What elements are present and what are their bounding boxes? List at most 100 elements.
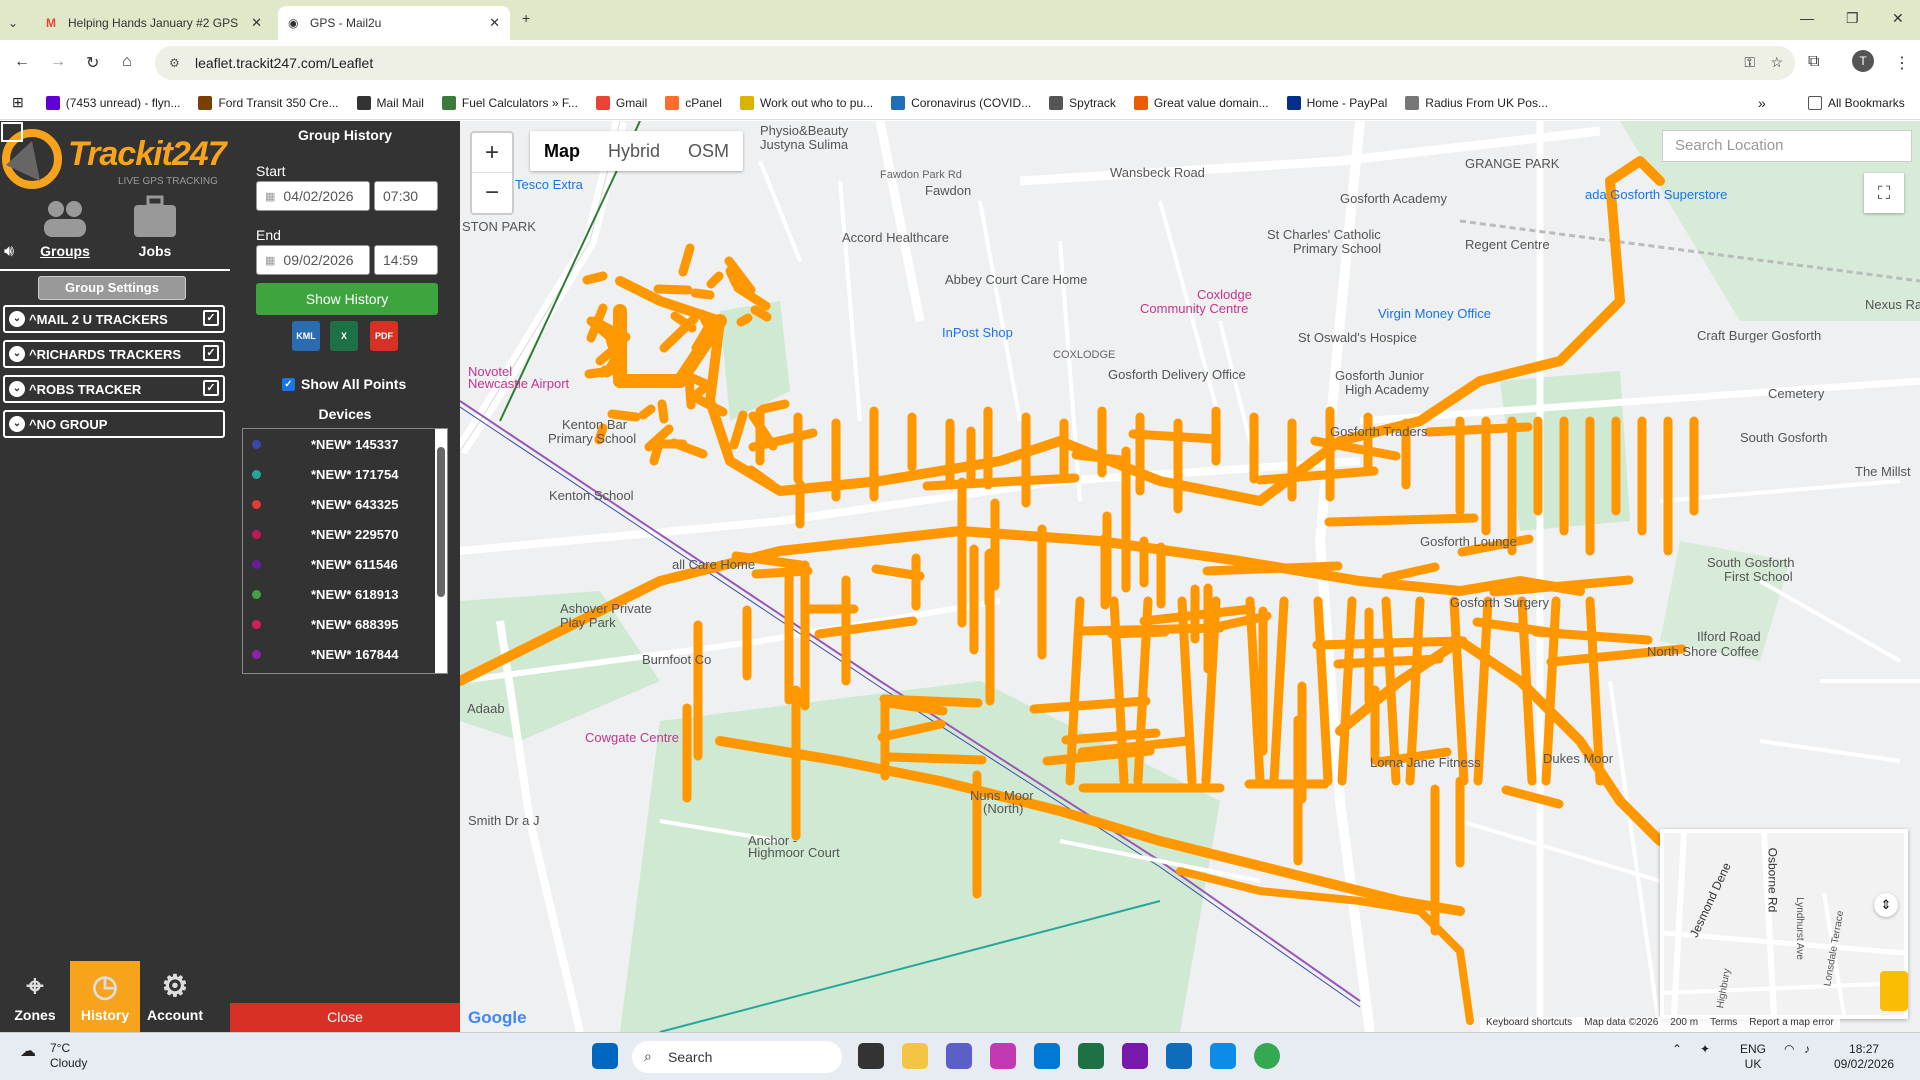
- profile-avatar[interactable]: T: [1852, 50, 1874, 72]
- map-place-label[interactable]: Fawdon Park Rd: [880, 169, 962, 181]
- tray-app-icon[interactable]: ✦: [1700, 1042, 1710, 1057]
- group-checkbox[interactable]: ✓: [203, 310, 219, 326]
- device-row[interactable]: *NEW* 107951: [243, 669, 447, 673]
- map-place-label[interactable]: The Millst: [1855, 464, 1911, 479]
- keyboard-shortcuts-link[interactable]: Keyboard shortcuts: [1486, 1017, 1572, 1032]
- map-place-label[interactable]: Dukes Moor: [1543, 751, 1613, 766]
- map-place-label[interactable]: Coxlodge: [1197, 287, 1252, 302]
- map-place-label[interactable]: Tesco Extra: [515, 177, 583, 192]
- search-location-input[interactable]: Search Location: [1662, 130, 1912, 162]
- map-place-label[interactable]: Community Centre: [1140, 301, 1248, 316]
- language-indicator[interactable]: ENG UK: [1740, 1042, 1766, 1072]
- street-view-pegman-icon[interactable]: [1880, 971, 1908, 1011]
- windows-start-icon[interactable]: [592, 1043, 618, 1069]
- weather-widget[interactable]: ☁ 7°C Cloudy: [20, 1041, 87, 1070]
- checkbox-checked-icon[interactable]: ✓: [282, 377, 295, 391]
- map-place-label[interactable]: Nexus Rail He: [1865, 297, 1920, 312]
- map-place-label[interactable]: Ashover Private: [560, 601, 652, 616]
- group-mail2u[interactable]: ⌄ ^MAIL 2 U TRACKERS ✓: [3, 305, 225, 333]
- tab-gps-mail2u[interactable]: ◉ GPS - Mail2u ✕: [278, 6, 510, 40]
- map-place-label[interactable]: St Charles' Catholic: [1267, 227, 1381, 242]
- group-robs[interactable]: ⌄ ^ROBS TRACKER ✓: [3, 375, 225, 403]
- map-place-label[interactable]: Primary School: [1293, 241, 1381, 256]
- group-richards[interactable]: ⌄ ^RICHARDS TRACKERS ✓: [3, 340, 225, 368]
- close-tab-icon[interactable]: ✕: [489, 15, 500, 31]
- bookmark-item[interactable]: Home - PayPal: [1286, 95, 1387, 110]
- bookmark-item[interactable]: cPanel: [665, 95, 722, 110]
- bookmark-item[interactable]: Ford Transit 350 Cre...: [198, 95, 339, 110]
- start-date-field[interactable]: ▦ 04/02/2026: [256, 181, 370, 211]
- chevron-down-icon[interactable]: ⌄: [9, 311, 25, 327]
- map-place-label[interactable]: GRANGE PARK: [1465, 156, 1559, 171]
- map-place-label[interactable]: all Care Home: [672, 557, 755, 572]
- start-time-field[interactable]: 07:30: [374, 181, 438, 211]
- device-row[interactable]: *NEW* 171754: [243, 459, 447, 489]
- map-place-label[interactable]: ada Gosforth Superstore: [1585, 187, 1727, 202]
- map-place-label[interactable]: Gosforth Academy: [1340, 191, 1447, 206]
- bookmark-item[interactable]: Coronavirus (COVID...: [891, 95, 1031, 110]
- menu-icon[interactable]: ⋮: [1894, 53, 1910, 73]
- account-tab[interactable]: ⚙ Account: [140, 961, 210, 1032]
- map-place-label[interactable]: North Shore Coffee: [1647, 644, 1759, 659]
- map-type-osm[interactable]: OSM: [674, 131, 743, 171]
- password-key-icon[interactable]: ⚿: [1744, 54, 1755, 71]
- report-error-link[interactable]: Report a map error: [1749, 1017, 1833, 1032]
- map-place-label[interactable]: Justyna Sulima: [760, 137, 848, 152]
- groups-tab[interactable]: Groups: [25, 195, 105, 259]
- map-place-label[interactable]: STON PARK: [462, 219, 536, 234]
- group-checkbox[interactable]: ✓: [203, 345, 219, 361]
- group-settings-button[interactable]: Group Settings: [38, 276, 186, 300]
- sound-icon[interactable]: 🔊︎: [4, 243, 14, 261]
- chevron-down-icon[interactable]: ⌄: [9, 416, 25, 432]
- map-place-label[interactable]: High Academy: [1345, 382, 1429, 397]
- map-place-label[interactable]: COXLODGE: [1053, 349, 1115, 361]
- tray-chevron-icon[interactable]: ⌃: [1672, 1042, 1682, 1057]
- zones-tab[interactable]: ⌖ Zones: [0, 961, 70, 1032]
- map-place-label[interactable]: Craft Burger Gosforth: [1697, 328, 1821, 343]
- scroll-thumb[interactable]: [437, 447, 445, 597]
- home-icon[interactable]: ⌂: [122, 53, 132, 71]
- file-explorer-icon[interactable]: [902, 1043, 928, 1069]
- minimize-icon[interactable]: —: [1800, 10, 1814, 26]
- bookmark-item[interactable]: Work out who to pu...: [739, 95, 873, 110]
- map-place-label[interactable]: Primary School: [548, 431, 636, 446]
- excel-icon[interactable]: [1078, 1043, 1104, 1069]
- group-no-group[interactable]: ⌄ ^NO GROUP: [3, 410, 225, 438]
- zoom-out-button[interactable]: −: [472, 173, 512, 213]
- extensions-icon[interactable]: ⧉: [1808, 53, 1819, 71]
- map-place-label[interactable]: Gosforth Junior: [1335, 368, 1424, 383]
- forward-icon[interactable]: →: [50, 53, 66, 71]
- map-place-label[interactable]: Wansbeck Road: [1110, 165, 1205, 180]
- map-place-label[interactable]: InPost Shop: [942, 325, 1013, 340]
- map-place-label[interactable]: Ilford Road: [1697, 629, 1761, 644]
- apps-grid-icon[interactable]: ⊞: [12, 94, 24, 111]
- map-place-label[interactable]: Gosforth Traders: [1330, 424, 1428, 439]
- chrome-icon[interactable]: [1254, 1043, 1280, 1069]
- more-bookmarks-icon[interactable]: »: [1758, 95, 1766, 111]
- tab-search-icon[interactable]: ⌄: [8, 6, 20, 40]
- map-place-label[interactable]: Adaab: [467, 701, 505, 716]
- jobs-tab[interactable]: Jobs: [115, 195, 195, 259]
- tab-helping-hands[interactable]: M Helping Hands January #2 GPS ✕: [36, 6, 272, 40]
- close-tab-icon[interactable]: ✕: [251, 15, 262, 31]
- end-time-field[interactable]: 14:59: [374, 245, 438, 275]
- close-window-icon[interactable]: ✕: [1892, 10, 1904, 27]
- bookmark-item[interactable]: Fuel Calculators » F...: [441, 95, 578, 110]
- kml-export-icon[interactable]: KML: [292, 321, 320, 351]
- device-row[interactable]: *NEW* 229570: [243, 519, 447, 549]
- bookmark-item[interactable]: Radius From UK Pos...: [1405, 95, 1548, 110]
- map-place-label[interactable]: Cowgate Centre: [585, 730, 679, 745]
- bookmark-item[interactable]: Spytrack: [1049, 95, 1116, 110]
- site-info-icon[interactable]: ⚙: [169, 56, 180, 70]
- bookmark-item[interactable]: Gmail: [595, 95, 647, 110]
- map-place-label[interactable]: Physio&Beauty: [760, 123, 848, 138]
- close-button[interactable]: Close: [230, 1003, 460, 1032]
- device-row[interactable]: *NEW* 167844: [243, 639, 447, 669]
- bookmark-item[interactable]: Great value domain...: [1133, 95, 1269, 110]
- show-all-points-toggle[interactable]: ✓ Show All Points: [282, 376, 406, 392]
- map-place-label[interactable]: Kenton Bar: [562, 417, 627, 432]
- map-place-label[interactable]: (North): [983, 801, 1023, 816]
- bookmark-item[interactable]: (7453 unread) - flyn...: [45, 95, 180, 110]
- all-bookmarks[interactable]: All Bookmarks: [1808, 95, 1905, 110]
- device-row[interactable]: *NEW* 618913: [243, 579, 447, 609]
